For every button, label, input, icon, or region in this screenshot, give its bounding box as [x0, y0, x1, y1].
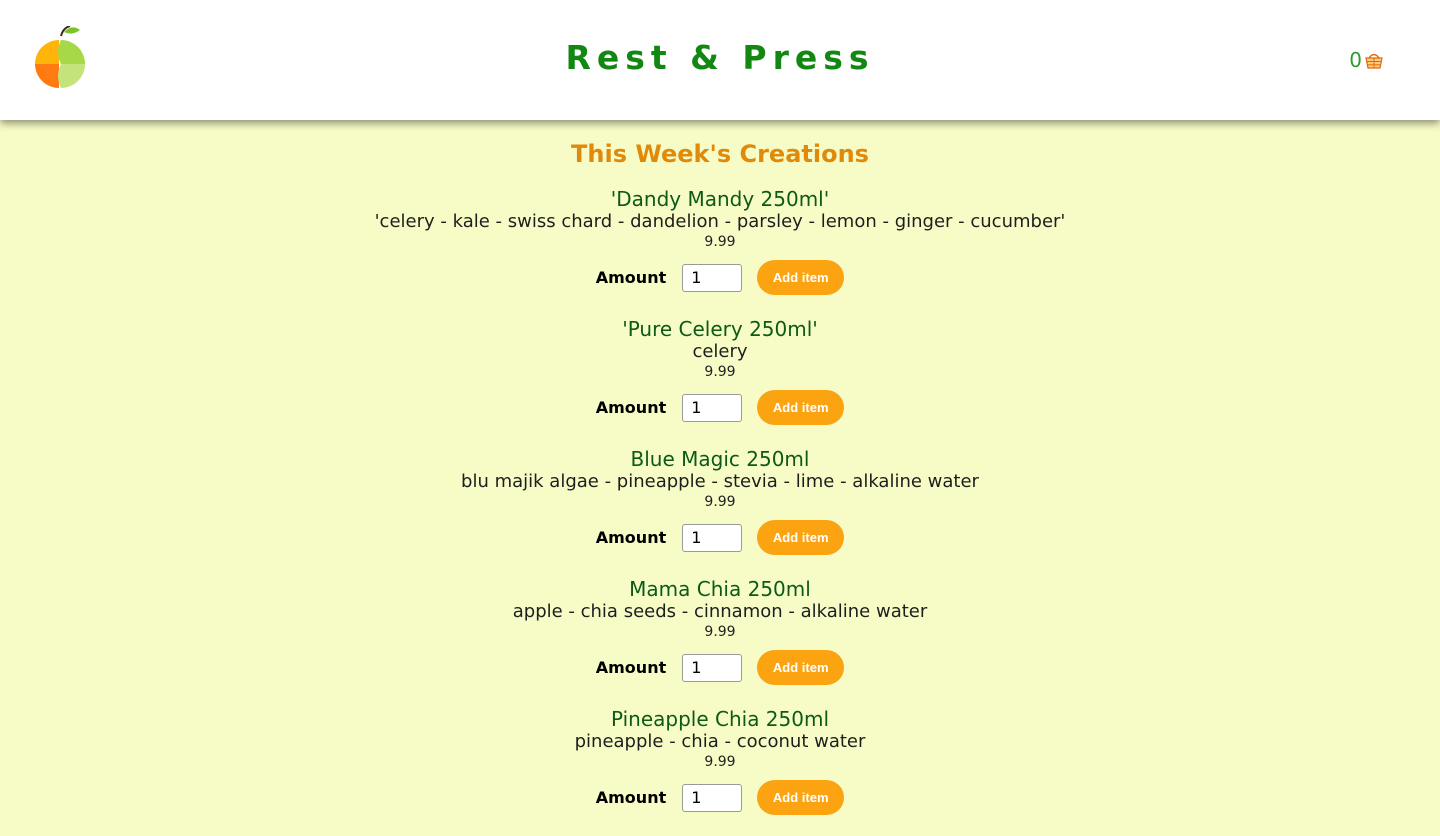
product-price: 9.99 [704, 494, 736, 510]
add-item-button[interactable]: Add item [757, 780, 845, 815]
add-item-button[interactable]: Add item [757, 260, 845, 295]
amount-input[interactable] [682, 653, 743, 682]
product-item: 'Pure Celery 250ml' celery 9.99 Amount A… [0, 316, 1440, 446]
product-price: 9.99 [704, 754, 736, 770]
add-to-cart-form: Amount Add item [0, 780, 1440, 815]
product-name: Blue Magic 250ml [630, 447, 810, 471]
site-header: Rest & Press 0 [0, 0, 1440, 120]
product-ingredients: celery [692, 341, 748, 362]
amount-input[interactable] [682, 263, 743, 292]
product-item: Mama Chia 250ml apple - chia seeds - cin… [0, 576, 1440, 706]
product-ingredients: blu majik algae - pineapple - stevia - l… [461, 471, 979, 492]
product-ingredients: apple - chia seeds - cinnamon - alkaline… [512, 601, 928, 622]
amount-label: Amount [595, 268, 667, 287]
product-ingredients: pineapple - chia - coconut water [574, 731, 866, 752]
section-title: This Week's Creations [571, 140, 869, 168]
basket-icon [1365, 53, 1383, 69]
product-ingredients: 'celery - kale - swiss chard - dandelion… [374, 211, 1066, 232]
amount-label: Amount [595, 788, 667, 807]
product-name: Pineapple Chia 250ml [610, 707, 830, 731]
brand-title: Rest & Press [565, 38, 875, 77]
product-name: 'Pure Celery 250ml' [622, 317, 818, 341]
product-item: Pineapple Chia 250ml pineapple - chia - … [0, 706, 1440, 836]
amount-input[interactable] [682, 523, 743, 552]
menu-section: This Week's Creations 'Dandy Mandy 250ml… [0, 120, 1440, 836]
add-to-cart-form: Amount Add item [0, 390, 1440, 425]
cart-button[interactable]: 0 [1349, 48, 1384, 72]
amount-input[interactable] [682, 393, 743, 422]
add-to-cart-form: Amount Add item [0, 650, 1440, 685]
product-price: 9.99 [704, 624, 736, 640]
product-item: 'Dandy Mandy 250ml' 'celery - kale - swi… [0, 186, 1440, 316]
add-item-button[interactable]: Add item [757, 390, 845, 425]
product-item: Blue Magic 250ml blu majik algae - pinea… [0, 446, 1440, 576]
add-item-button[interactable]: Add item [757, 650, 845, 685]
amount-label: Amount [595, 528, 667, 547]
amount-input[interactable] [682, 783, 743, 812]
product-name: 'Dandy Mandy 250ml' [610, 187, 830, 211]
product-name: Mama Chia 250ml [629, 577, 811, 601]
amount-label: Amount [595, 398, 667, 417]
add-to-cart-form: Amount Add item [0, 260, 1440, 295]
product-price: 9.99 [704, 234, 736, 250]
add-item-button[interactable]: Add item [757, 520, 845, 555]
amount-label: Amount [595, 658, 667, 677]
add-to-cart-form: Amount Add item [0, 520, 1440, 555]
cart-count: 0 [1349, 48, 1362, 72]
product-price: 9.99 [704, 364, 736, 380]
